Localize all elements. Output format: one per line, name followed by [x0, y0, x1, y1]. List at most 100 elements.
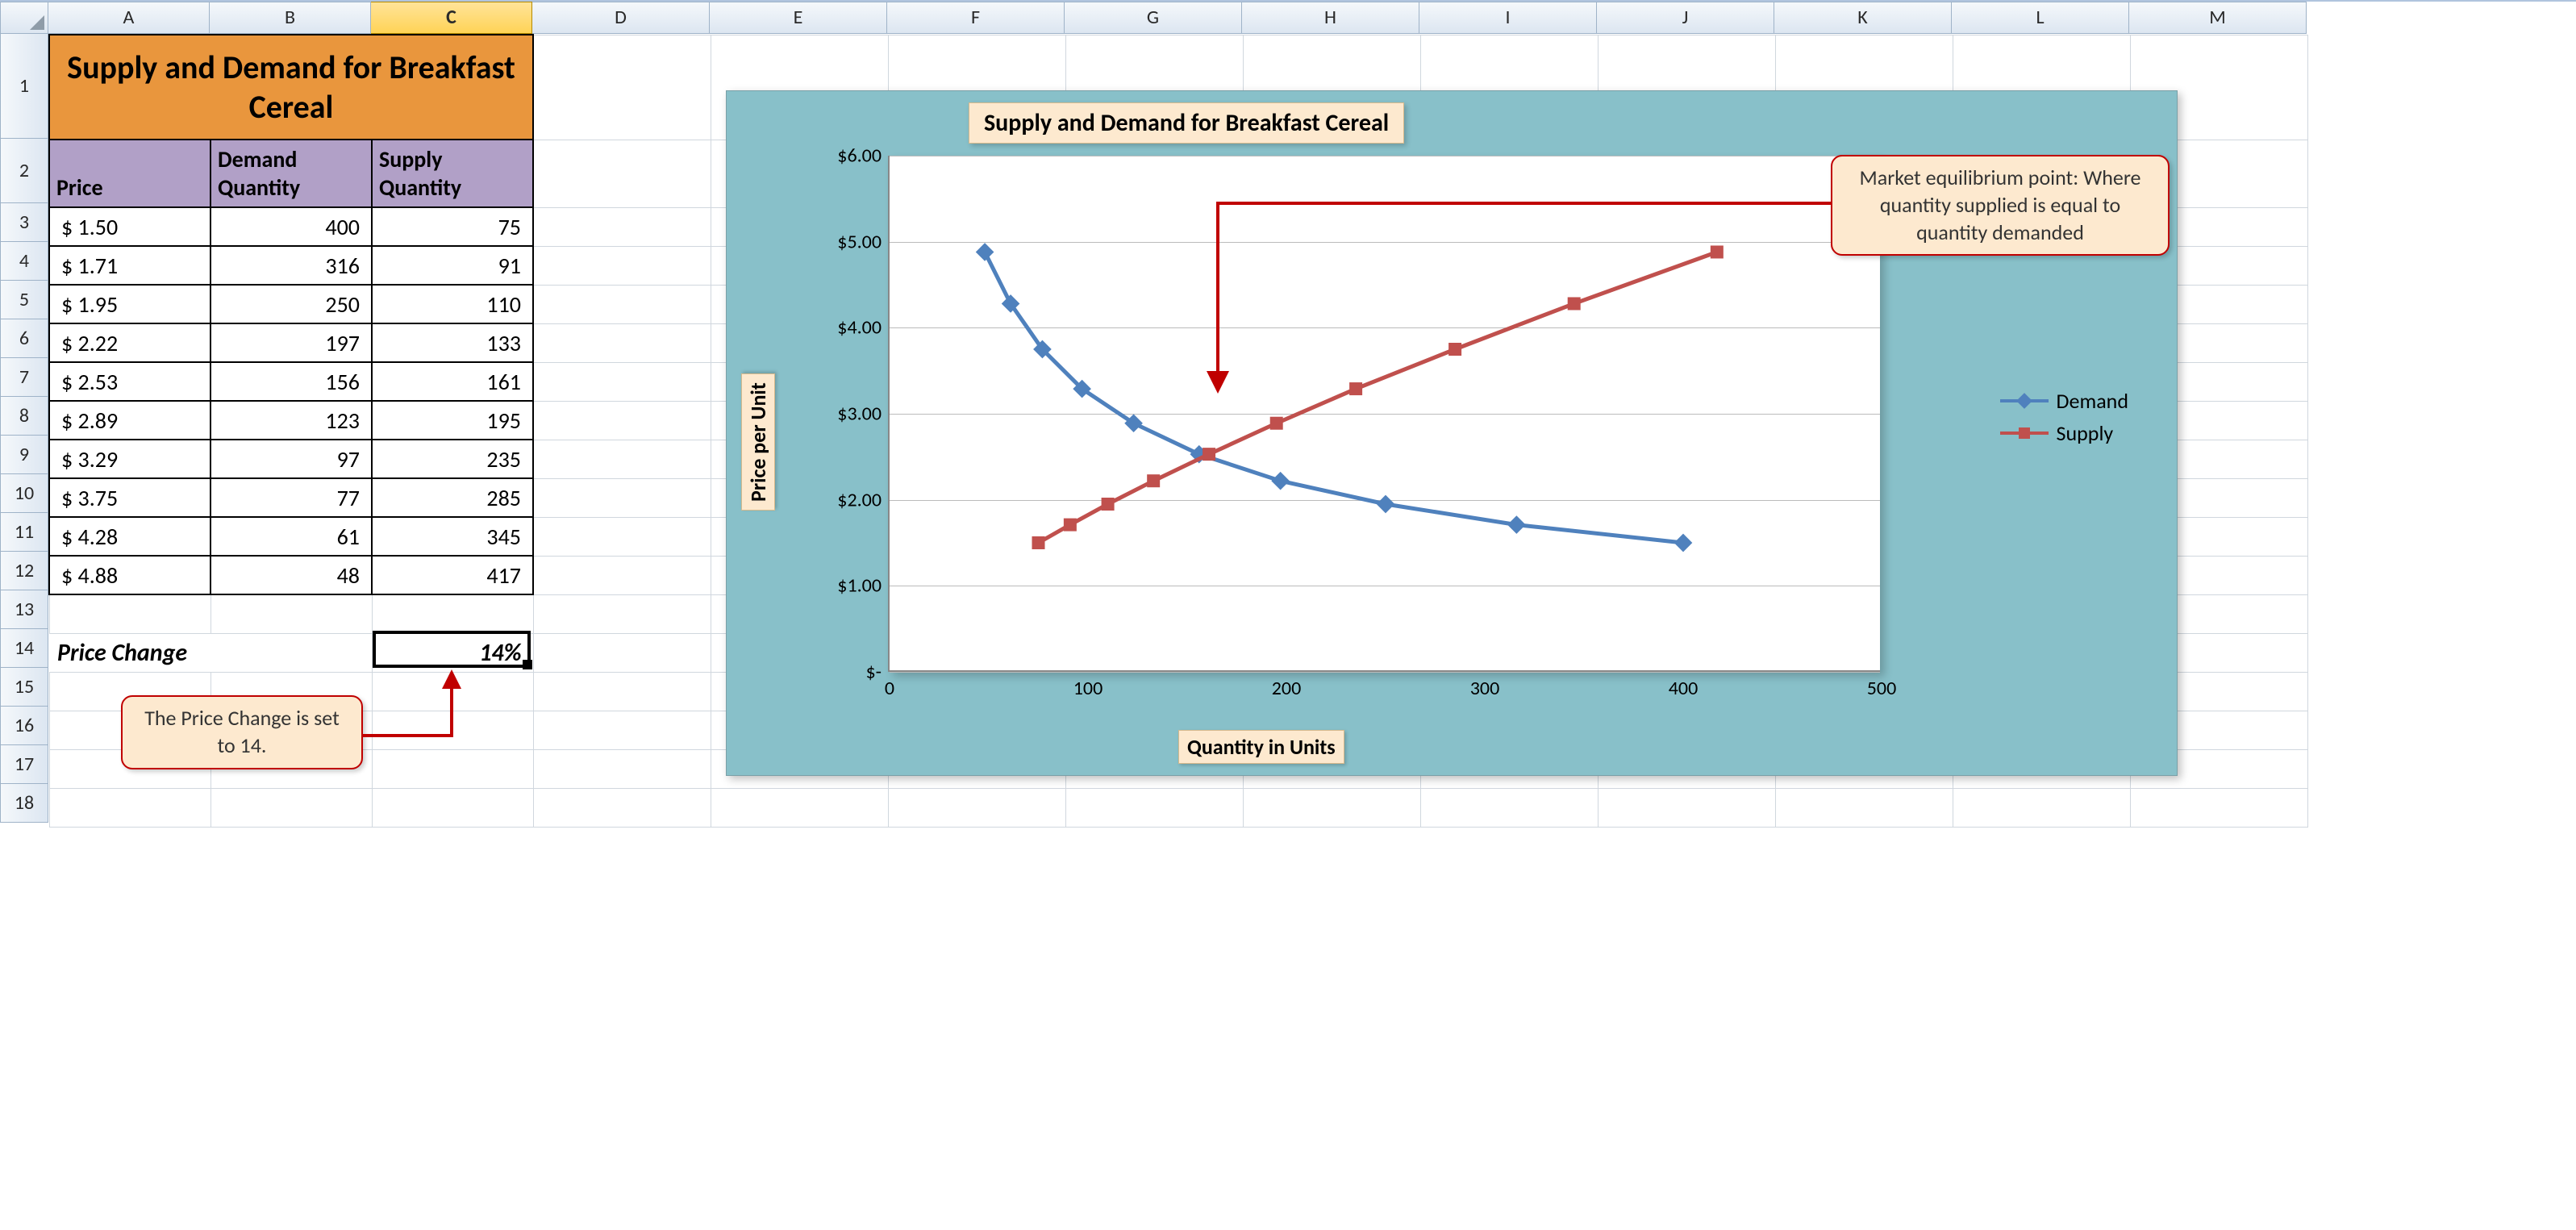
cell[interactable] — [533, 362, 711, 401]
cell[interactable] — [533, 285, 711, 323]
cell[interactable] — [533, 749, 711, 788]
row-header-3[interactable]: 3 — [0, 203, 48, 242]
column-header-K[interactable]: K — [1774, 2, 1952, 34]
column-header-price[interactable]: Price — [49, 140, 210, 207]
cell[interactable] — [533, 35, 711, 140]
cell[interactable] — [1065, 788, 1243, 827]
demand-cell[interactable]: 61 — [210, 517, 372, 556]
column-header-M[interactable]: M — [2129, 2, 2307, 34]
row-header-4[interactable]: 4 — [0, 242, 48, 281]
row-header-13[interactable]: 13 — [0, 590, 48, 629]
column-header-J[interactable]: J — [1597, 2, 1774, 34]
column-header-E[interactable]: E — [710, 2, 887, 34]
cell[interactable] — [533, 140, 711, 207]
price-cell[interactable]: $ 2.22 — [49, 323, 210, 362]
demand-cell[interactable]: 250 — [210, 285, 372, 323]
cell[interactable] — [49, 788, 210, 827]
demand-cell[interactable]: 48 — [210, 556, 372, 594]
price-cell[interactable]: $ 3.75 — [49, 478, 210, 517]
cell[interactable] — [372, 594, 533, 633]
cell[interactable] — [1598, 788, 1775, 827]
cell[interactable] — [372, 711, 533, 749]
demand-cell[interactable]: 77 — [210, 478, 372, 517]
cell[interactable] — [533, 633, 711, 672]
cell[interactable] — [711, 788, 888, 827]
demand-cell[interactable]: 97 — [210, 440, 372, 478]
demand-cell[interactable]: 123 — [210, 401, 372, 440]
supply-cell[interactable]: 195 — [372, 401, 533, 440]
cell[interactable] — [533, 323, 711, 362]
supply-cell[interactable]: 235 — [372, 440, 533, 478]
supply-cell[interactable]: 91 — [372, 246, 533, 285]
cell[interactable] — [372, 672, 533, 711]
row-header-7[interactable]: 7 — [0, 358, 48, 397]
row-header-6[interactable]: 6 — [0, 319, 48, 358]
column-header-I[interactable]: I — [1419, 2, 1597, 34]
column-header-G[interactable]: G — [1065, 2, 1242, 34]
row-header-17[interactable]: 17 — [0, 745, 48, 784]
supply-cell[interactable]: 417 — [372, 556, 533, 594]
price-cell[interactable]: $ 2.53 — [49, 362, 210, 401]
cell[interactable] — [888, 788, 1065, 827]
column-header-supply[interactable]: Supply Quantity — [372, 140, 533, 207]
cell[interactable] — [533, 556, 711, 594]
cell[interactable] — [1775, 788, 1953, 827]
supply-cell[interactable]: 345 — [372, 517, 533, 556]
cell[interactable] — [533, 478, 711, 517]
supply-cell[interactable]: 285 — [372, 478, 533, 517]
cell[interactable] — [1243, 788, 1420, 827]
cell[interactable] — [1953, 788, 2130, 827]
row-header-8[interactable]: 8 — [0, 397, 48, 436]
row-header-11[interactable]: 11 — [0, 513, 48, 552]
cell[interactable] — [533, 246, 711, 285]
cell[interactable] — [533, 401, 711, 440]
price-cell[interactable]: $ 1.71 — [49, 246, 210, 285]
demand-cell[interactable]: 400 — [210, 207, 372, 246]
price-cell[interactable]: $ 1.50 — [49, 207, 210, 246]
price-change-label[interactable]: Price Change — [49, 633, 372, 672]
column-header-C[interactable]: C — [371, 2, 532, 34]
cell[interactable] — [533, 711, 711, 749]
cell[interactable] — [372, 749, 533, 788]
row-header-2[interactable]: 2 — [0, 139, 48, 203]
row-header-12[interactable]: 12 — [0, 552, 48, 590]
cell[interactable] — [2130, 788, 2307, 827]
column-header-D[interactable]: D — [532, 2, 710, 34]
column-header-H[interactable]: H — [1242, 2, 1419, 34]
cell[interactable] — [533, 517, 711, 556]
table-title[interactable]: Supply and Demand for Breakfast Cereal — [49, 35, 533, 140]
column-header-B[interactable]: B — [210, 2, 371, 34]
price-cell[interactable]: $ 1.95 — [49, 285, 210, 323]
supply-cell[interactable]: 75 — [372, 207, 533, 246]
cell[interactable] — [210, 594, 372, 633]
supply-cell[interactable]: 133 — [372, 323, 533, 362]
price-cell[interactable]: $ 2.89 — [49, 401, 210, 440]
row-header-16[interactable]: 16 — [0, 707, 48, 745]
row-header-1[interactable]: 1 — [0, 34, 48, 139]
row-header-15[interactable]: 15 — [0, 668, 48, 707]
row-header-5[interactable]: 5 — [0, 281, 48, 319]
supply-cell[interactable]: 110 — [372, 285, 533, 323]
column-header-A[interactable]: A — [48, 2, 210, 34]
row-header-18[interactable]: 18 — [0, 784, 48, 823]
cell[interactable] — [533, 594, 711, 633]
column-header-L[interactable]: L — [1952, 2, 2129, 34]
row-header-10[interactable]: 10 — [0, 474, 48, 513]
price-cell[interactable]: $ 4.88 — [49, 556, 210, 594]
cell[interactable] — [533, 207, 711, 246]
cell[interactable] — [210, 788, 372, 827]
demand-cell[interactable]: 316 — [210, 246, 372, 285]
row-header-9[interactable]: 9 — [0, 436, 48, 474]
row-header-14[interactable]: 14 — [0, 629, 48, 668]
supply-cell[interactable]: 161 — [372, 362, 533, 401]
cell[interactable] — [533, 672, 711, 711]
cell[interactable] — [49, 594, 210, 633]
price-cell[interactable]: $ 4.28 — [49, 517, 210, 556]
cell[interactable] — [533, 788, 711, 827]
demand-cell[interactable]: 197 — [210, 323, 372, 362]
demand-cell[interactable]: 156 — [210, 362, 372, 401]
cell[interactable] — [533, 440, 711, 478]
price-cell[interactable]: $ 3.29 — [49, 440, 210, 478]
select-all-corner[interactable] — [0, 2, 48, 34]
price-change-value[interactable]: 14% — [372, 633, 533, 672]
